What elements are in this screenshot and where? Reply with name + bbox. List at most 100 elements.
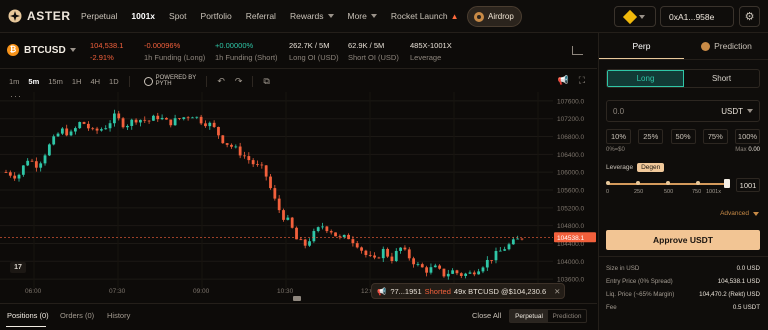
candle-body xyxy=(4,172,8,173)
long-oi-stat: 262.7K / 5M Long OI (USD) xyxy=(289,40,339,64)
timeframe-5m[interactable]: 5m xyxy=(28,77,39,86)
nav-referral[interactable]: Referral xyxy=(246,11,276,21)
candle-body xyxy=(221,135,225,144)
candle-body xyxy=(230,144,233,147)
candle-body xyxy=(355,243,359,248)
candle-body xyxy=(455,270,459,274)
candle-body xyxy=(243,155,246,157)
pct-50-button[interactable]: 50% xyxy=(670,129,696,144)
candle-body xyxy=(516,238,520,240)
megaphone-icon[interactable]: 📢 xyxy=(557,75,568,86)
chevron-down-icon xyxy=(753,211,759,216)
timeframe-4h[interactable]: 4H xyxy=(90,77,100,86)
nav-spot[interactable]: Spot xyxy=(169,11,187,21)
aster-logo[interactable]: ASTER xyxy=(8,9,71,23)
pct-75-button[interactable]: 75% xyxy=(702,129,728,144)
timeframe-1d[interactable]: 1D xyxy=(109,77,119,86)
redo-icon[interactable]: ↷ xyxy=(235,76,243,87)
wallet-button[interactable]: 0xA1...958e xyxy=(660,6,734,27)
x-tick-label: 09:00 xyxy=(193,288,210,295)
candle-body xyxy=(165,117,168,120)
tab-prediction[interactable]: Prediction xyxy=(684,33,768,59)
y-tick-label: 106400.0 xyxy=(557,152,584,159)
candle-body xyxy=(126,125,129,128)
airdrop-icon xyxy=(474,11,484,22)
approve-usdt-button[interactable]: Approve USDT xyxy=(606,230,760,250)
candle-body xyxy=(134,119,138,123)
leverage-value-input[interactable]: 1001 xyxy=(736,178,760,192)
tab-history[interactable]: History xyxy=(107,311,130,320)
percent-buttons: 10% 25% 50% 75% 100% xyxy=(606,129,760,144)
notification-detail: 49x BTCUSD @$104,230.6 xyxy=(453,286,547,296)
pct-100-button[interactable]: 100% xyxy=(735,129,760,144)
pyth-line2: PYTH xyxy=(155,81,172,87)
tab-orders[interactable]: Orders (0) xyxy=(60,311,94,320)
timeframe-1m[interactable]: 1m xyxy=(9,77,19,86)
advanced-toggle[interactable]: Advanced xyxy=(720,210,759,217)
nav-more[interactable]: More xyxy=(348,11,377,21)
close-icon[interactable]: ✕ xyxy=(554,287,560,296)
tab-positions[interactable]: Positions (0) xyxy=(7,311,49,320)
y-tick-label: 107200.0 xyxy=(557,116,584,123)
pct-25-button[interactable]: 25% xyxy=(638,129,664,144)
short-oi-stat: 62.9K / 5M Short OI (USD) xyxy=(348,40,399,64)
candle-body xyxy=(152,115,155,121)
candle-body xyxy=(173,118,177,126)
toggle-perpetual[interactable]: Perpetual xyxy=(510,310,548,322)
slider-handle[interactable] xyxy=(724,179,730,188)
leverage-row: Leverage Degen xyxy=(606,163,665,172)
amount-input[interactable]: 0.0 USDT xyxy=(606,100,760,122)
chart-toggle-icon[interactable] xyxy=(572,46,583,55)
long-button[interactable]: Long xyxy=(607,70,684,87)
more-options-icon[interactable]: ··· xyxy=(10,91,22,101)
candle-body xyxy=(160,117,164,120)
airdrop-button[interactable]: Airdrop xyxy=(467,6,522,27)
nav-rocket-launch[interactable]: Rocket Launch ▲ xyxy=(391,11,459,21)
close-all-button[interactable]: Close All xyxy=(472,311,501,320)
tab-prediction-label: Prediction xyxy=(714,41,752,51)
degen-badge[interactable]: Degen xyxy=(637,163,665,172)
indicator-toggle-icon[interactable]: ⧉ xyxy=(263,76,269,87)
short-oi-value: 62.9K / 5M xyxy=(348,41,385,50)
price-chart[interactable]: 107600.0 107200.0 106800.0 106400.0 106000.0… xyxy=(0,92,597,296)
symbol-selector[interactable]: ₿ BTCUSD xyxy=(7,44,76,56)
tab-perp[interactable]: Perp xyxy=(599,33,684,59)
candle-body xyxy=(507,244,511,250)
tradingview-logo-icon[interactable]: 17 xyxy=(10,262,26,273)
candle-body xyxy=(47,144,51,156)
candle-body xyxy=(169,119,173,126)
flame-icon: ▲ xyxy=(450,11,459,21)
amount-unit-selector[interactable]: USDT xyxy=(721,107,753,116)
settings-button[interactable]: ⚙ xyxy=(739,6,760,27)
candle-body xyxy=(481,267,485,272)
toggle-prediction[interactable]: Prediction xyxy=(548,310,586,322)
min-max-row: 0%=$0 Max 0.00 xyxy=(606,147,760,153)
candle-body xyxy=(490,259,494,261)
slider-label: 0 xyxy=(606,189,610,195)
candle-body xyxy=(143,119,147,121)
network-selector[interactable] xyxy=(614,6,656,27)
slider-tick xyxy=(606,181,610,185)
candle-body xyxy=(377,257,381,259)
nav-portfolio[interactable]: Portfolio xyxy=(201,11,232,21)
timeframe-15m[interactable]: 15m xyxy=(48,77,63,86)
undo-icon[interactable]: ↶ xyxy=(217,76,225,87)
fullscreen-icon[interactable]: ⛶ xyxy=(579,75,585,86)
timeframe-1h[interactable]: 1H xyxy=(72,77,82,86)
candle-body xyxy=(399,247,402,251)
candle-body xyxy=(65,128,69,136)
pct-10-button[interactable]: 10% xyxy=(606,129,631,144)
candle-body xyxy=(130,119,134,126)
candle-body xyxy=(273,188,277,199)
candle-body xyxy=(416,264,420,265)
nav-1001x[interactable]: 1001x xyxy=(131,11,155,21)
nav-perpetual[interactable]: Perpetual xyxy=(81,11,117,21)
y-tick-label: 104000.0 xyxy=(557,259,584,266)
chart-resize-handle[interactable] xyxy=(293,296,301,301)
candle-body xyxy=(381,248,385,259)
nav-rewards[interactable]: Rewards xyxy=(290,11,334,21)
bitcoin-icon: ₿ xyxy=(7,44,19,56)
short-button[interactable]: Short xyxy=(684,70,759,87)
candle-body xyxy=(342,234,346,238)
long-oi-value: 262.7K / 5M xyxy=(289,41,330,50)
